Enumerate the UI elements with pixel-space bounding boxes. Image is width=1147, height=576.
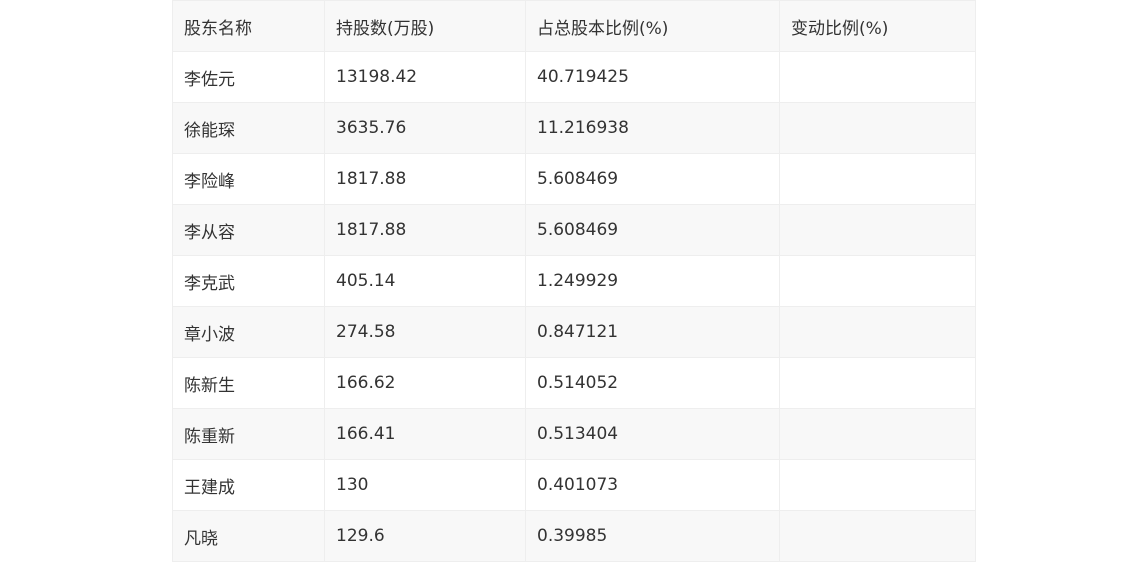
table-row: 陈重新 166.41 0.513404: [172, 408, 976, 460]
cell-name: 陈重新: [172, 408, 325, 460]
cell-ratio: 0.401073: [525, 459, 780, 511]
table-row: 李从容 1817.88 5.608469: [172, 204, 976, 256]
cell-change: [779, 255, 976, 307]
cell-change: [779, 510, 976, 562]
cell-name: 凡晓: [172, 510, 325, 562]
cell-change: [779, 459, 976, 511]
cell-change: [779, 306, 976, 358]
cell-change: [779, 102, 976, 154]
cell-name: 陈新生: [172, 357, 325, 409]
table-row: 凡晓 129.6 0.39985: [172, 510, 976, 562]
cell-change: [779, 357, 976, 409]
cell-ratio: 0.847121: [525, 306, 780, 358]
cell-change: [779, 204, 976, 256]
cell-ratio: 1.249929: [525, 255, 780, 307]
shareholder-table: 股东名称 持股数(万股) 占总股本比例(%) 变动比例(%) 李佐元 13198…: [172, 0, 976, 562]
table-header: 股东名称 持股数(万股) 占总股本比例(%) 变动比例(%): [172, 0, 976, 52]
table-row: 王建成 130 0.401073: [172, 459, 976, 511]
cell-change: [779, 51, 976, 103]
cell-ratio: 0.39985: [525, 510, 780, 562]
cell-name: 王建成: [172, 459, 325, 511]
shareholder-table-container: 股东名称 持股数(万股) 占总股本比例(%) 变动比例(%) 李佐元 13198…: [172, 0, 976, 562]
cell-shares: 129.6: [324, 510, 526, 562]
table-row: 章小波 274.58 0.847121: [172, 306, 976, 358]
cell-shares: 166.41: [324, 408, 526, 460]
cell-name: 徐能琛: [172, 102, 325, 154]
cell-ratio: 11.216938: [525, 102, 780, 154]
cell-shares: 3635.76: [324, 102, 526, 154]
cell-ratio: 5.608469: [525, 204, 780, 256]
table-row: 李险峰 1817.88 5.608469: [172, 153, 976, 205]
cell-shares: 13198.42: [324, 51, 526, 103]
cell-shares: 274.58: [324, 306, 526, 358]
table-row: 李克武 405.14 1.249929: [172, 255, 976, 307]
table-row: 陈新生 166.62 0.514052: [172, 357, 976, 409]
cell-ratio: 5.608469: [525, 153, 780, 205]
cell-name: 李佐元: [172, 51, 325, 103]
cell-ratio: 0.514052: [525, 357, 780, 409]
table-row: 徐能琛 3635.76 11.216938: [172, 102, 976, 154]
header-shares-held: 持股数(万股): [324, 0, 526, 52]
header-shareholder-name: 股东名称: [172, 0, 325, 52]
cell-name: 李从容: [172, 204, 325, 256]
table-body: 李佐元 13198.42 40.719425 徐能琛 3635.76 11.21…: [172, 51, 976, 562]
cell-name: 李克武: [172, 255, 325, 307]
header-share-ratio: 占总股本比例(%): [525, 0, 780, 52]
table-row: 李佐元 13198.42 40.719425: [172, 51, 976, 103]
cell-shares: 1817.88: [324, 153, 526, 205]
cell-shares: 405.14: [324, 255, 526, 307]
header-change-ratio: 变动比例(%): [779, 0, 976, 52]
cell-ratio: 40.719425: [525, 51, 780, 103]
header-row: 股东名称 持股数(万股) 占总股本比例(%) 变动比例(%): [172, 0, 976, 52]
cell-ratio: 0.513404: [525, 408, 780, 460]
cell-name: 章小波: [172, 306, 325, 358]
cell-shares: 130: [324, 459, 526, 511]
cell-change: [779, 408, 976, 460]
cell-shares: 166.62: [324, 357, 526, 409]
cell-name: 李险峰: [172, 153, 325, 205]
cell-change: [779, 153, 976, 205]
cell-shares: 1817.88: [324, 204, 526, 256]
